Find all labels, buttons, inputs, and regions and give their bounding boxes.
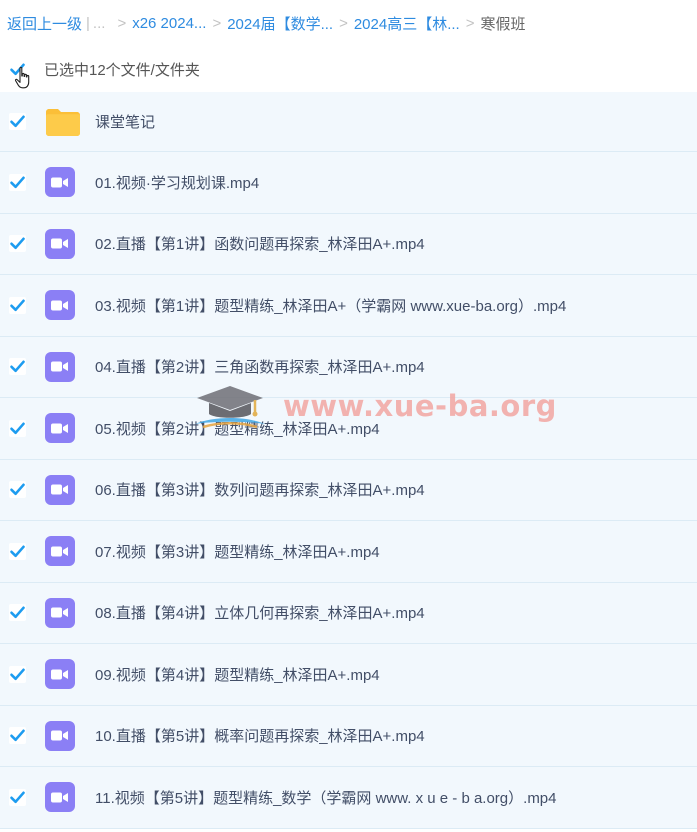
list-item[interactable]: 07.视频【第3讲】题型精练_林泽田A+.mp4: [0, 521, 697, 583]
file-name: 04.直播【第2讲】三角函数再探索_林泽田A+.mp4: [95, 359, 425, 377]
breadcrumb-current: 寒假班: [480, 15, 526, 33]
row-checkbox[interactable]: [9, 173, 26, 191]
checkmark-icon: [10, 176, 25, 188]
list-item[interactable]: 05.视频【第2讲】题型精练_林泽田A+.mp4: [0, 398, 697, 460]
breadcrumb-ellipsis: ...: [92, 14, 106, 32]
checkmark-icon: [10, 483, 25, 496]
video-icon: [45, 351, 75, 382]
file-name: 01.视频·学习规划课.mp4: [95, 174, 260, 192]
file-name: 03.视频【第1讲】题型精练_林泽田A+（学霸网 www.xue-ba.org）…: [95, 297, 567, 315]
breadcrumb-separator: >: [465, 14, 475, 32]
list-item[interactable]: 02.直播【第1讲】函数问题再探索_林泽田A+.mp4: [0, 213, 697, 275]
video-icon: [45, 597, 75, 628]
checkmark-icon: [10, 545, 25, 557]
list-item[interactable]: 09.视频【第4讲】题型精练_林泽田A+.mp4: [0, 644, 697, 706]
folder-icon: [46, 108, 80, 136]
video-icon: [45, 782, 75, 813]
video-icon: [45, 167, 75, 198]
file-name: 06.直播【第3讲】数列问题再探索_林泽田A+.mp4: [95, 482, 425, 500]
file-name: 09.视频【第4讲】题型精练_林泽田A+.mp4: [95, 666, 380, 684]
row-checkbox[interactable]: [9, 113, 26, 130]
row-checkbox[interactable]: [9, 358, 26, 376]
breadcrumb-divider: |: [86, 14, 90, 32]
row-checkbox[interactable]: [9, 296, 26, 314]
checkmark-icon: [10, 606, 25, 619]
row-checkbox[interactable]: [9, 419, 26, 437]
list-item[interactable]: 11.视频【第5讲】题型精练_数学（学霸网 www. x u e - b a.o…: [0, 767, 697, 829]
checkmark-icon: [10, 791, 25, 803]
list-item[interactable]: 10.直播【第5讲】概率问题再探索_林泽田A+.mp4: [0, 705, 697, 767]
list-item[interactable]: 08.直播【第4讲】立体几何再探索_林泽田A+.mp4: [0, 582, 697, 644]
selection-bar: 已选中12个文件/文件夹: [0, 46, 697, 92]
row-checkbox[interactable]: [9, 235, 26, 253]
file-name: 11.视频【第5讲】题型精练_数学（学霸网 www. x u e - b a.o…: [95, 789, 557, 807]
breadcrumb-link-3[interactable]: 2024高三【林...: [354, 13, 460, 34]
file-name: 课堂笔记: [95, 114, 156, 131]
list-item[interactable]: 01.视频·学习规划课.mp4: [0, 152, 697, 214]
breadcrumb-link-1[interactable]: x26 2024...: [132, 15, 206, 32]
hand-cursor-icon: [14, 66, 30, 89]
video-icon: [45, 228, 75, 259]
list-item[interactable]: 03.视频【第1讲】题型精练_林泽田A+（学霸网 www.xue-ba.org）…: [0, 275, 697, 337]
breadcrumb: 返回上一级 | ... > x26 2024... > 2024届【数学... …: [0, 0, 697, 46]
row-checkbox[interactable]: [9, 727, 26, 745]
breadcrumb-link-2[interactable]: 2024届【数学...: [227, 13, 333, 34]
file-name: 10.直播【第5讲】概率问题再探索_林泽田A+.mp4: [95, 728, 425, 746]
list-item[interactable]: 04.直播【第2讲】三角函数再探索_林泽田A+.mp4: [0, 336, 697, 398]
file-name: 05.视频【第2讲】题型精练_林泽田A+.mp4: [95, 420, 380, 438]
checkmark-icon: [10, 115, 25, 128]
video-icon: [45, 290, 75, 321]
breadcrumb-separator: >: [117, 14, 127, 32]
video-icon: [45, 474, 75, 505]
list-item[interactable]: 06.直播【第3讲】数列问题再探索_林泽田A+.mp4: [0, 459, 697, 521]
selection-count-label: 已选中12个文件/文件夹: [44, 61, 200, 79]
list-item[interactable]: 课堂笔记: [0, 92, 697, 152]
video-icon: [45, 413, 75, 444]
checkmark-icon: [10, 360, 25, 373]
row-checkbox[interactable]: [9, 481, 26, 499]
row-checkbox[interactable]: [9, 604, 26, 622]
checkmark-icon: [10, 729, 25, 742]
back-link[interactable]: 返回上一级: [7, 13, 82, 34]
row-checkbox[interactable]: [9, 665, 26, 683]
checkmark-icon: [10, 668, 25, 680]
breadcrumb-separator: >: [339, 14, 348, 32]
video-icon: [45, 536, 75, 567]
checkmark-icon: [10, 299, 25, 311]
file-name: 08.直播【第4讲】立体几何再探索_林泽田A+.mp4: [95, 605, 425, 623]
video-icon: [45, 720, 75, 751]
checkmark-icon: [10, 237, 25, 250]
row-checkbox[interactable]: [9, 542, 26, 560]
checkmark-icon: [10, 422, 25, 434]
file-list: 课堂笔记 01.视频·学习规划课.mp4 02.直播【第1讲】函数问题再探索_林…: [0, 92, 697, 829]
breadcrumb-separator: >: [212, 14, 222, 32]
row-checkbox[interactable]: [9, 788, 26, 806]
video-icon: [45, 659, 75, 690]
file-name: 07.视频【第3讲】题型精练_林泽田A+.mp4: [95, 543, 380, 561]
file-name: 02.直播【第1讲】函数问题再探索_林泽田A+.mp4: [95, 236, 425, 254]
